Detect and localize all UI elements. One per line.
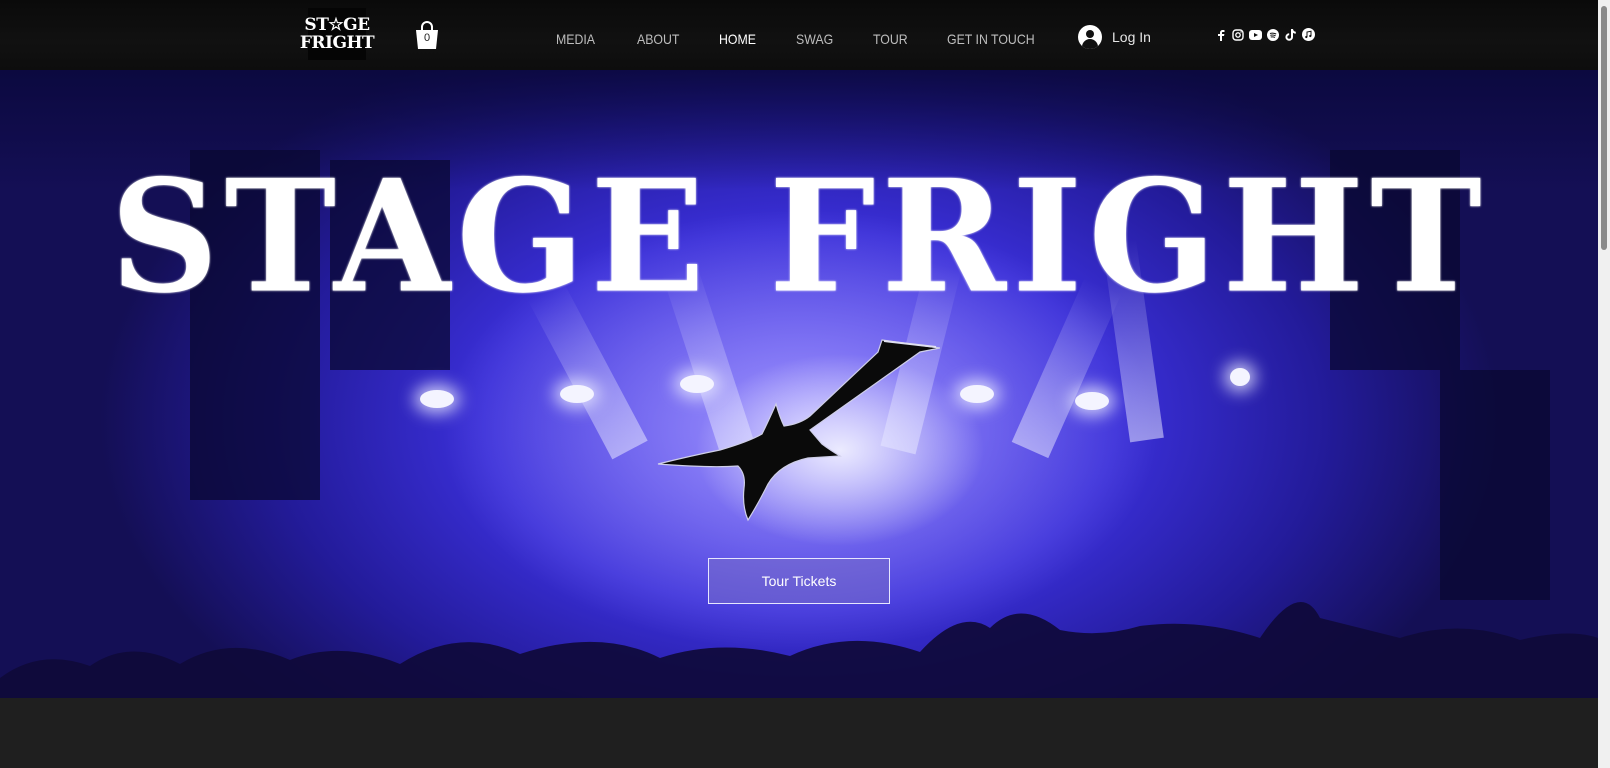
- site-header: ST☆GE FRIGHT 0 MEDIA ABOUT HOME SWAG TOU…: [0, 0, 1598, 70]
- instagram-icon[interactable]: [1232, 28, 1245, 41]
- login-label: Log In: [1112, 29, 1151, 45]
- logo-line-2: FRIGHT: [299, 33, 375, 53]
- facebook-icon[interactable]: [1214, 28, 1227, 41]
- tiktok-icon[interactable]: [1284, 28, 1297, 41]
- nav-home[interactable]: HOME: [719, 31, 787, 51]
- tour-tickets-button[interactable]: Tour Tickets: [708, 558, 890, 604]
- stage-light: [1230, 368, 1250, 386]
- user-avatar-icon: [1078, 25, 1102, 49]
- stage-light: [420, 390, 454, 408]
- page-scrollbar[interactable]: [1598, 0, 1610, 768]
- spotify-icon[interactable]: [1267, 28, 1280, 41]
- logo-line-1: ST☆GE: [304, 15, 370, 35]
- scrollbar-thumb[interactable]: [1601, 6, 1607, 250]
- speaker-right-lower: [1440, 370, 1550, 600]
- nav-get-in-touch[interactable]: GET IN TOUCH: [947, 31, 1035, 51]
- nav-about[interactable]: ABOUT: [637, 31, 709, 51]
- main-nav: MEDIA ABOUT HOME SWAG TOUR GET IN TOUCH: [556, 31, 1047, 51]
- stage-light: [1075, 392, 1109, 410]
- stage-light: [960, 385, 994, 403]
- login-button[interactable]: Log In: [1078, 25, 1151, 49]
- nav-swag[interactable]: SWAG: [796, 31, 864, 51]
- stage-light: [560, 385, 594, 403]
- band-logo[interactable]: ST☆GE FRIGHT: [300, 8, 375, 60]
- hero-section: STAGE FRIGHT Tour Tickets: [0, 70, 1598, 698]
- nav-tour[interactable]: TOUR: [873, 31, 938, 51]
- apple-music-icon[interactable]: [1301, 28, 1315, 41]
- cart-count: 0: [423, 32, 431, 44]
- next-section: [0, 698, 1598, 768]
- guitar-icon: [657, 339, 940, 522]
- nav-media[interactable]: MEDIA: [556, 31, 627, 51]
- hero-title: STAGE FRIGHT: [110, 146, 1488, 328]
- social-links: [1214, 28, 1319, 41]
- youtube-icon[interactable]: [1249, 28, 1262, 41]
- cart-button[interactable]: 0: [414, 20, 440, 50]
